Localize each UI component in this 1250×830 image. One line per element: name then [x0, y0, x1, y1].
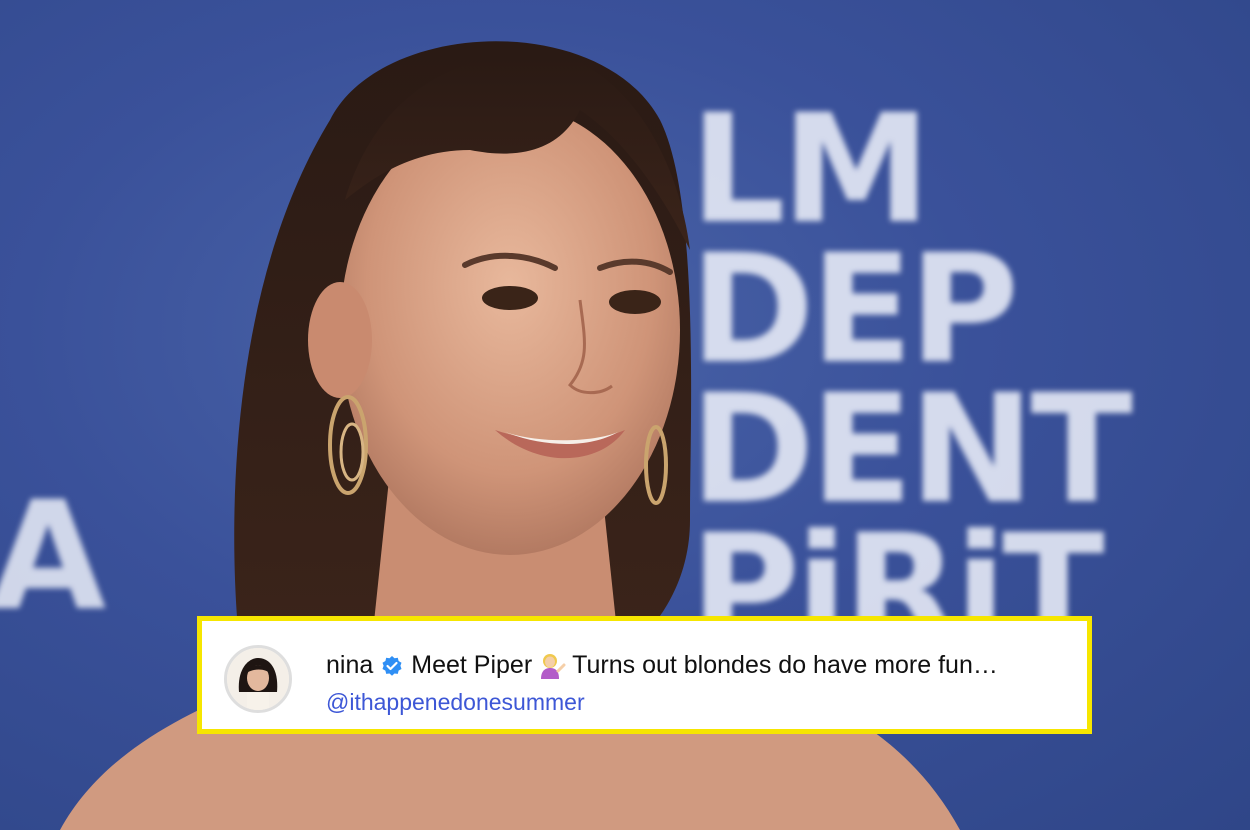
avatar-image	[227, 648, 289, 710]
woman-tipping-hand-emoji-icon	[541, 653, 566, 679]
eye-right	[609, 290, 661, 314]
avatar[interactable]	[224, 645, 292, 713]
verified-badge-icon	[382, 655, 402, 676]
caption-text: nina Meet Piper Turns out blondes do hav…	[326, 651, 998, 680]
caption-body-continued: Turns out blondes do have more fun…	[572, 651, 998, 679]
ear	[308, 282, 372, 398]
face	[340, 105, 680, 555]
mention-link[interactable]: @ithappenedonesummer	[326, 689, 585, 716]
eye-left	[482, 286, 538, 310]
caption-card: nina Meet Piper Turns out blondes do hav…	[197, 616, 1092, 734]
caption-body: Meet Piper	[411, 651, 533, 679]
username[interactable]: nina	[326, 651, 373, 680]
